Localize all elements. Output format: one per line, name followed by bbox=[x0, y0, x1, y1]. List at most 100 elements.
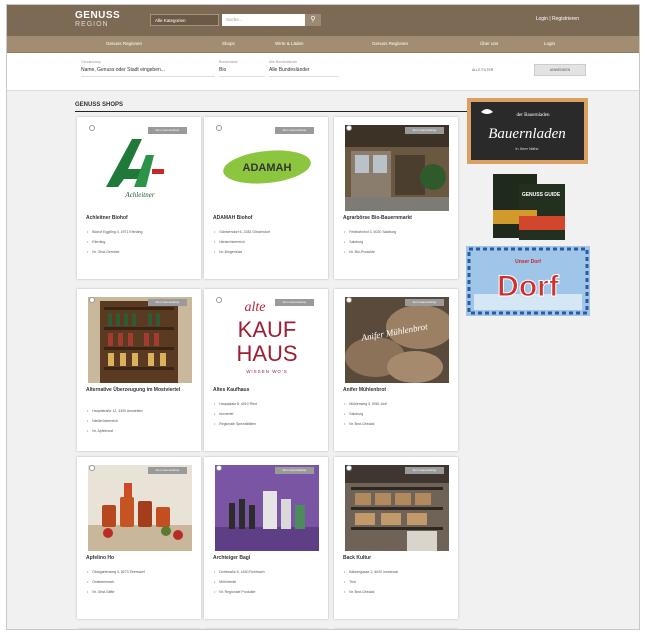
nav-item-regionen[interactable]: Genuss Regionen bbox=[106, 41, 142, 46]
shop-card[interactable]: Zum Genussshop Agrarbörse Bio-Bauernmark… bbox=[334, 117, 458, 279]
shop-badge[interactable]: Zum Genussshop bbox=[275, 467, 314, 474]
nav-item-shops[interactable]: Shops bbox=[222, 41, 235, 46]
shop-title[interactable]: ADAMAH Biohof bbox=[213, 215, 321, 222]
apply-button[interactable]: ANWENDEN bbox=[534, 64, 586, 76]
nav-item-ueber[interactable]: Über uns bbox=[480, 41, 498, 46]
shop-card-partial bbox=[77, 629, 201, 630]
ad-unser-dorf[interactable]: Unser Dorf Dorf bbox=[466, 246, 590, 316]
products-photo bbox=[215, 465, 319, 551]
shop-badge[interactable]: Zum Genussshop bbox=[148, 127, 187, 134]
shop-category: Nr. Regionale Produkte bbox=[214, 590, 320, 594]
shop-category: Nr. Brot-Gebäck bbox=[344, 422, 450, 426]
shop-title[interactable]: Agrarbörse Bio-Bauernmarkt bbox=[343, 215, 451, 222]
shop-badge[interactable]: Zum Genussshop bbox=[405, 467, 444, 474]
shop-address: Hauptstraße 12, 3300 Amstetten bbox=[87, 409, 193, 413]
guide-book-banner: GENUSS GUIDE bbox=[489, 170, 569, 242]
login-link[interactable]: Login | Registrieren bbox=[536, 16, 579, 22]
svg-text:HAUS: HAUS bbox=[236, 341, 297, 366]
filter-country[interactable]: Bundesland Bio bbox=[219, 60, 265, 77]
shop-title[interactable]: Alternative Überzeugung im Mostviertel bbox=[86, 387, 194, 394]
filter-region-select[interactable]: Alle Bundesländer bbox=[269, 67, 339, 77]
favorite-toggle[interactable] bbox=[346, 465, 352, 471]
shop-region: Niederösterreich bbox=[87, 419, 193, 423]
shop-title[interactable]: Anifer Mühlenbrot bbox=[343, 387, 451, 394]
svg-text:der Bauernladen: der Bauernladen bbox=[517, 113, 550, 118]
filter-search[interactable]: Genussshop Name, Genuss oder Stadt einge… bbox=[81, 60, 215, 77]
ad-bauernladen[interactable]: der Bauernladen Bauernladen In Ihrer Näh… bbox=[467, 98, 588, 164]
search-button[interactable]: ⚲ bbox=[305, 14, 321, 26]
shop-region: Tirol bbox=[344, 580, 450, 584]
category-select[interactable]: Alle Kategorien bbox=[150, 14, 219, 26]
shop-card-partial bbox=[334, 629, 458, 630]
shop-badge[interactable]: Zum Genussshop bbox=[405, 299, 444, 306]
shop-image bbox=[345, 125, 449, 211]
svg-text:GENUSS GUIDE: GENUSS GUIDE bbox=[522, 192, 561, 198]
favorite-toggle[interactable] bbox=[216, 297, 222, 303]
shop-region: Niederösterreich bbox=[214, 240, 320, 244]
shop-title[interactable]: Apfelino Ho bbox=[86, 555, 194, 562]
favorite-toggle[interactable] bbox=[216, 465, 222, 471]
favorite-toggle[interactable] bbox=[89, 125, 95, 131]
shop-title[interactable]: Archteiger Bagl bbox=[213, 555, 321, 562]
shop-card[interactable]: Zum Genussshop Back Kultur Bäckergasse 2… bbox=[334, 457, 458, 619]
shelf-photo bbox=[88, 297, 192, 383]
nav-item-wirte[interactable]: Wirte & Läden bbox=[275, 41, 304, 46]
search-input[interactable]: Suche... bbox=[222, 14, 305, 26]
svg-text:WISSEN WO'S: WISSEN WO'S bbox=[246, 369, 288, 374]
shop-title[interactable]: Altes Kaufhaus bbox=[213, 387, 321, 394]
section-title: GENUSS SHOPS bbox=[75, 102, 467, 112]
shop-image: Achleitner bbox=[88, 125, 192, 211]
shop-badge[interactable]: Zum Genussshop bbox=[405, 127, 444, 134]
favorite-toggle[interactable] bbox=[89, 297, 95, 303]
filter-search-input[interactable]: Name, Genuss oder Stadt eingeben... bbox=[81, 67, 215, 77]
nav-item-login[interactable]: Login bbox=[544, 41, 555, 46]
nav-item-regionen-2[interactable]: Genuss Regionen bbox=[372, 41, 408, 46]
filter-search-label: Genussshop bbox=[81, 60, 101, 64]
shop-address: Gänserndorf 6, 2282 Glinzendorf bbox=[214, 230, 320, 234]
shop-image: alte KAUF HAUS WISSEN WO'S bbox=[215, 297, 319, 383]
altes-kaufhaus-logo: alte KAUF HAUS WISSEN WO'S bbox=[215, 297, 319, 383]
shop-region: Oststeiermark bbox=[87, 580, 193, 584]
shop-badge[interactable]: Zum Genussshop bbox=[148, 467, 187, 474]
shop-card[interactable]: Anifer Mühlenbrot Zum Genussshop Anifer … bbox=[334, 289, 458, 451]
shop-title[interactable]: Achleitner Biohof bbox=[86, 215, 194, 222]
shop-image bbox=[88, 297, 192, 383]
shop-image: ADAMAH bbox=[215, 125, 319, 211]
shop-title[interactable]: Back Kultur bbox=[343, 555, 451, 562]
shop-badge[interactable]: Zum Genussshop bbox=[275, 127, 314, 134]
shop-image bbox=[215, 465, 319, 551]
svg-text:Bauernladen: Bauernladen bbox=[488, 126, 565, 142]
jars-photo bbox=[88, 465, 192, 551]
shop-region: Eferding bbox=[87, 240, 193, 244]
shop-card[interactable]: Zum Genussshop Apfelino Ho Obstgartenweg… bbox=[77, 457, 201, 619]
shop-address: Hauptplatz 8, 4910 Ried bbox=[214, 402, 320, 406]
filter-country-select[interactable]: Bio bbox=[219, 67, 265, 77]
shop-address: Dorfstraße 5, 4150 Rohrbach bbox=[214, 570, 320, 574]
achleitner-logo: Achleitner bbox=[88, 125, 192, 211]
filter-region-label: Alle Bundesländer bbox=[269, 60, 298, 64]
filter-region[interactable]: Alle Bundesländer Alle Bundesländer bbox=[269, 60, 339, 77]
svg-text:Unser Dorf: Unser Dorf bbox=[515, 259, 541, 265]
favorite-toggle[interactable] bbox=[216, 125, 222, 131]
favorite-toggle[interactable] bbox=[89, 465, 95, 471]
shop-card[interactable]: alte KAUF HAUS WISSEN WO'S Zum Genusssho… bbox=[204, 289, 328, 451]
shop-card[interactable]: Zum Genussshop Archteiger Bagl Dorfstraß… bbox=[204, 457, 328, 619]
shop-card[interactable]: Achleitner Zum Genussshop Achleitner Bio… bbox=[77, 117, 201, 279]
site-logo[interactable]: GENUSS REGION bbox=[75, 11, 120, 29]
shop-badge[interactable]: Zum Genussshop bbox=[275, 299, 314, 306]
ad-book[interactable]: GENUSS GUIDE bbox=[489, 170, 569, 242]
bread-photo: Anifer Mühlenbrot bbox=[345, 297, 449, 383]
favorite-toggle[interactable] bbox=[346, 125, 352, 131]
shop-region: Innviertel bbox=[214, 412, 320, 416]
shop-card-partial bbox=[204, 629, 328, 630]
shop-category: Nr. Obst-Gemüse bbox=[87, 250, 193, 254]
shop-badge[interactable]: Zum Genussshop bbox=[148, 299, 187, 306]
shop-card[interactable]: Zum Genussshop Alternative Überzeugung i… bbox=[77, 289, 201, 451]
reset-filter-link[interactable]: ALLE FILTER bbox=[472, 68, 493, 72]
market-photo bbox=[345, 125, 449, 211]
shop-category: Regionale Spezialitäten bbox=[214, 422, 320, 426]
svg-text:KAUF: KAUF bbox=[238, 317, 297, 342]
favorite-toggle[interactable] bbox=[346, 297, 352, 303]
shop-card[interactable]: ADAMAH Zum Genussshop ADAMAH Biohof Gäns… bbox=[204, 117, 328, 279]
shop-address: Bäckergasse 2, 6020 Innsbruck bbox=[344, 570, 450, 574]
